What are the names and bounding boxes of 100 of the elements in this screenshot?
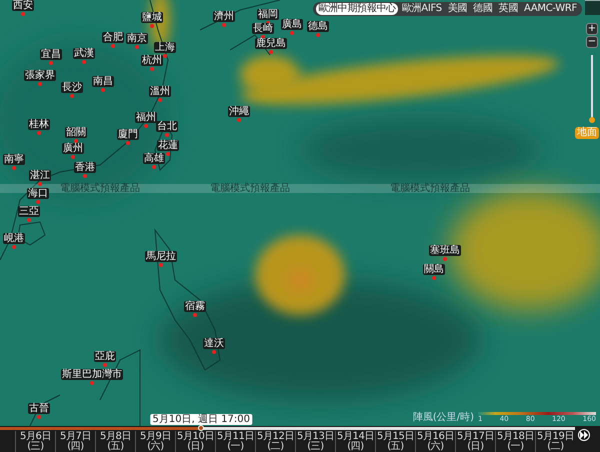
city-marker-icon	[74, 139, 78, 143]
city-label: 桂林	[28, 119, 50, 130]
city-label: 廣州	[62, 143, 84, 154]
model-tab[interactable]: 英國	[496, 3, 520, 15]
city-marker-icon	[135, 45, 139, 49]
city-marker-icon	[70, 94, 74, 98]
city-marker-icon	[150, 24, 154, 28]
city-marker-icon	[443, 257, 447, 261]
city-marker-icon	[144, 124, 148, 128]
date-tab[interactable]: 5月9日 (六)	[135, 431, 175, 452]
date-tab[interactable]: 5月16日 (六)	[415, 431, 455, 452]
city-label: 韶關	[65, 127, 87, 138]
city-marker-icon	[126, 141, 130, 145]
city-label: 長崎	[252, 23, 274, 34]
date-tab[interactable]: 5月18日 (一)	[495, 431, 535, 452]
city-label: 香港	[74, 162, 96, 173]
city-marker-icon	[49, 61, 53, 65]
city-label: 合肥	[102, 32, 124, 43]
city-marker-icon	[237, 118, 241, 122]
city-label: 亞庇	[94, 351, 116, 362]
city-label: 馬尼拉	[145, 251, 177, 262]
time-tooltip: 5月10日, 週日 17:00	[150, 414, 252, 425]
city-label: 台北	[156, 121, 178, 132]
city-label: 溫州	[149, 86, 171, 97]
city-marker-icon	[159, 263, 163, 267]
zoom-out-button[interactable]: −	[586, 36, 598, 48]
city-label: 達沃	[203, 338, 225, 349]
city-label: 武漢	[73, 48, 95, 59]
city-marker-icon	[82, 60, 86, 64]
city-marker-icon	[38, 82, 42, 86]
city-marker-icon	[12, 245, 16, 249]
city-marker-icon	[212, 350, 216, 354]
date-tab[interactable]: 5月12日 (二)	[255, 431, 295, 452]
city-label: 關島	[423, 264, 445, 275]
zoom-in-button[interactable]: +	[586, 23, 598, 35]
model-tab[interactable]: 美國	[446, 3, 470, 15]
band-label: 電腦模式預報產品	[390, 183, 470, 194]
date-tab[interactable]: 5月11日 (一)	[215, 431, 255, 452]
city-marker-icon	[158, 98, 162, 102]
city-marker-icon	[290, 31, 294, 35]
city-label: 南京	[126, 33, 148, 44]
city-label: 福岡	[257, 9, 279, 20]
city-label: 鹽城	[141, 12, 163, 23]
city-label: 沖繩	[228, 106, 250, 117]
city-label: 廣島	[281, 19, 303, 30]
fast-forward-icon	[580, 431, 588, 439]
date-tab[interactable]: 5月13日 (三)	[295, 431, 335, 452]
city-marker-icon	[432, 276, 436, 280]
city-marker-icon	[37, 131, 41, 135]
timeline-thumb[interactable]	[198, 425, 204, 431]
city-label: 濟州	[213, 11, 235, 22]
city-label: 三亞	[18, 206, 40, 217]
city-marker-icon	[90, 381, 94, 385]
city-label: 古晉	[28, 403, 50, 414]
city-label: 宿霧	[184, 301, 206, 312]
city-marker-icon	[111, 44, 115, 48]
city-marker-icon	[150, 67, 154, 71]
city-marker-icon	[152, 165, 156, 169]
city-marker-icon	[21, 12, 25, 16]
city-label: 斯里巴加灣市	[61, 369, 123, 380]
city-label: 上海	[154, 42, 176, 53]
city-marker-icon	[83, 174, 87, 178]
city-marker-icon	[101, 88, 105, 92]
model-tab[interactable]: 歐洲中期預報中心	[316, 3, 398, 15]
panel-toggle-button[interactable]	[585, 0, 600, 15]
city-marker-icon	[222, 23, 226, 27]
city-label: 湛江	[29, 170, 51, 181]
band-label: 電腦模式預報產品	[210, 183, 290, 194]
model-tab[interactable]: 歐洲AIFS	[400, 3, 444, 15]
date-tab[interactable]: 5月7日 (四)	[55, 431, 95, 452]
city-label: 南昌	[92, 76, 114, 87]
city-marker-icon	[193, 313, 197, 317]
city-label: 高雄	[143, 153, 165, 164]
city-label: 廈門	[117, 129, 139, 140]
city-marker-icon	[316, 33, 320, 37]
city-label: 海口	[27, 188, 49, 199]
date-tab[interactable]: 5月15日 (五)	[375, 431, 415, 452]
city-marker-icon	[36, 200, 40, 204]
legend-title: 陣風(公里/時)	[412, 410, 474, 424]
date-tab[interactable]: 5月6日 (三)	[15, 431, 55, 452]
city-marker-icon	[38, 182, 42, 186]
date-tab[interactable]: 5月19日 (二)	[535, 431, 575, 452]
city-marker-icon	[165, 133, 169, 137]
date-tab[interactable]: 5月10日 (日)	[175, 431, 215, 452]
date-tab[interactable]: 5月14日 (四)	[335, 431, 375, 452]
city-marker-icon	[166, 152, 170, 156]
city-label: 南寧	[3, 154, 25, 165]
model-tab[interactable]: AAMC-WRF	[522, 3, 579, 15]
date-tab[interactable]: 5月17日 (日)	[455, 431, 495, 452]
city-label: 張家界	[24, 70, 56, 81]
model-tab[interactable]: 德國	[471, 3, 495, 15]
date-tab[interactable]: 5月8日 (五)	[95, 431, 135, 452]
city-marker-icon	[103, 363, 107, 367]
city-label: 杭州	[141, 55, 163, 66]
city-label: 鹿兒島	[255, 38, 287, 49]
band-label: 電腦模式預報產品	[60, 183, 140, 194]
city-label: 塞班島	[429, 245, 461, 256]
play-button[interactable]	[578, 429, 590, 441]
city-marker-icon	[27, 218, 31, 222]
city-marker-icon	[12, 166, 16, 170]
